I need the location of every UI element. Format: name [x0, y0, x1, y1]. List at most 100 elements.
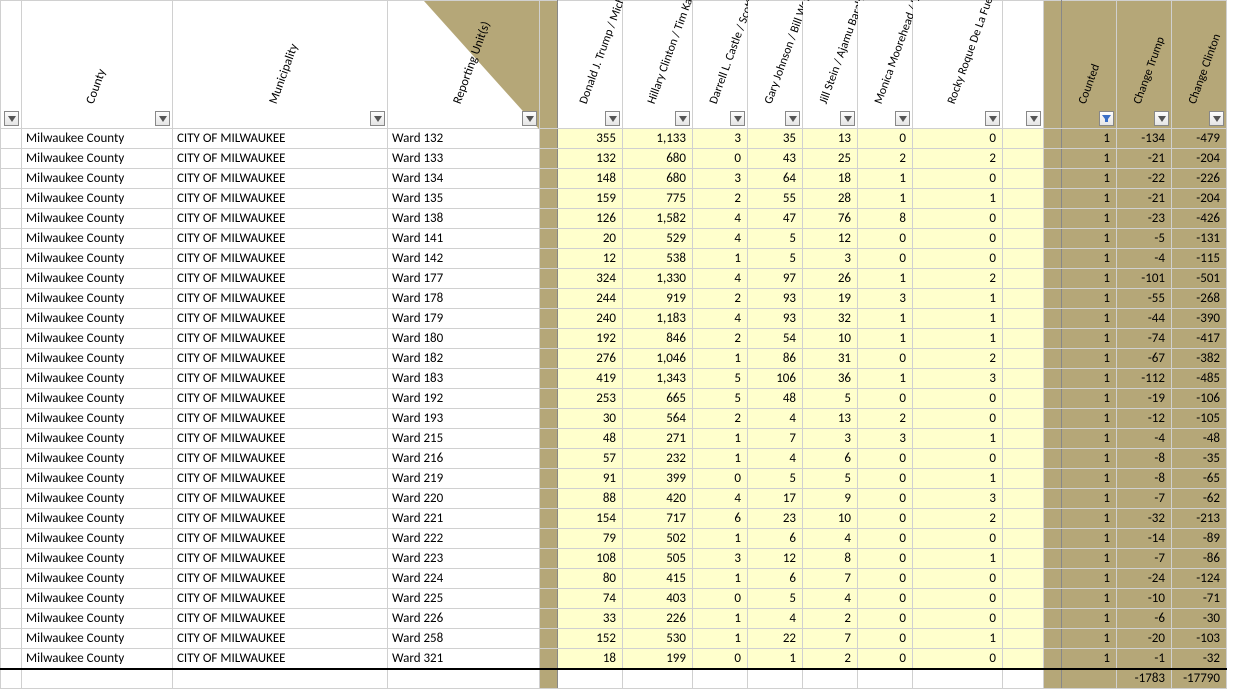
cell-county[interactable]: Milwaukee County — [22, 389, 173, 409]
cell-blank[interactable] — [1, 189, 22, 209]
cell-blank2[interactable] — [1003, 329, 1044, 349]
cell-summary-2[interactable]: -103 — [1172, 629, 1227, 649]
cell-candidate-1[interactable]: 680 — [623, 169, 693, 189]
cell-blank[interactable] — [1, 289, 22, 309]
cell-candidate-3[interactable]: 5 — [748, 589, 803, 609]
cell-candidate-2[interactable]: 3 — [693, 129, 748, 149]
cell-candidate-6[interactable]: 2 — [913, 349, 1003, 369]
cell-candidate-4[interactable]: 7 — [803, 629, 858, 649]
cell-candidate-0[interactable]: 192 — [558, 329, 623, 349]
cell-summary-1[interactable]: -8 — [1117, 449, 1172, 469]
table-row[interactable]: Milwaukee CountyCITY OF MILWAUKEEWard 14… — [1, 229, 1227, 249]
cell-candidate-1[interactable]: 420 — [623, 489, 693, 509]
cell-candidate-4[interactable]: 4 — [803, 529, 858, 549]
cell-candidate-2[interactable]: 1 — [693, 629, 748, 649]
cell-county[interactable]: Milwaukee County — [22, 369, 173, 389]
cell-candidate-6[interactable]: 1 — [913, 289, 1003, 309]
cell-summary-1[interactable]: -55 — [1117, 289, 1172, 309]
cell-summary-1[interactable]: -1 — [1117, 649, 1172, 669]
cell-candidate-6[interactable]: 0 — [913, 409, 1003, 429]
cell-summary-2[interactable]: -213 — [1172, 509, 1227, 529]
cell-summary-1[interactable]: -7 — [1117, 489, 1172, 509]
cell-summary-2[interactable]: -105 — [1172, 409, 1227, 429]
cell-candidate-5[interactable]: 0 — [858, 529, 913, 549]
cell-blank[interactable] — [1, 209, 22, 229]
cell-reporting-unit[interactable]: Ward 221 — [388, 509, 540, 529]
cell-summary-2[interactable]: -48 — [1172, 429, 1227, 449]
table-row[interactable]: Milwaukee CountyCITY OF MILWAUKEEWard 14… — [1, 249, 1227, 269]
table-row[interactable]: Milwaukee CountyCITY OF MILWAUKEEWard 22… — [1, 529, 1227, 549]
cell-reporting-unit[interactable]: Ward 225 — [388, 589, 540, 609]
cell-blank[interactable] — [1, 129, 22, 149]
cell-candidate-6[interactable]: 1 — [913, 429, 1003, 449]
cell-candidate-4[interactable]: 76 — [803, 209, 858, 229]
cell-summary-2[interactable]: -479 — [1172, 129, 1227, 149]
cell-candidate-6[interactable]: 1 — [913, 549, 1003, 569]
cell-county[interactable]: Milwaukee County — [22, 409, 173, 429]
cell-candidate-0[interactable]: 355 — [558, 129, 623, 149]
cell-candidate-5[interactable]: 0 — [858, 609, 913, 629]
cell-candidate-3[interactable]: 4 — [748, 609, 803, 629]
table-row[interactable]: Milwaukee CountyCITY OF MILWAUKEEWard 22… — [1, 489, 1227, 509]
table-row[interactable]: Milwaukee CountyCITY OF MILWAUKEEWard 19… — [1, 389, 1227, 409]
cell-summary-2[interactable]: -226 — [1172, 169, 1227, 189]
cell-municipality[interactable]: CITY OF MILWAUKEE — [173, 509, 388, 529]
cell-reporting-unit[interactable]: Ward 177 — [388, 269, 540, 289]
cell-summary-0[interactable]: 1 — [1062, 649, 1117, 669]
cell-blank2[interactable] — [1003, 369, 1044, 389]
table-row[interactable]: Milwaukee CountyCITY OF MILWAUKEEWard 17… — [1, 289, 1227, 309]
cell-candidate-1[interactable]: 919 — [623, 289, 693, 309]
cell-reporting-unit[interactable]: Ward 135 — [388, 189, 540, 209]
cell-candidate-4[interactable]: 32 — [803, 309, 858, 329]
table-row[interactable]: Milwaukee CountyCITY OF MILWAUKEEWard 19… — [1, 409, 1227, 429]
cell-candidate-4[interactable]: 12 — [803, 229, 858, 249]
table-row[interactable]: Milwaukee CountyCITY OF MILWAUKEEWard 21… — [1, 469, 1227, 489]
cell-candidate-3[interactable]: 43 — [748, 149, 803, 169]
cell-blank2[interactable] — [1003, 469, 1044, 489]
cell-summary-2[interactable]: -268 — [1172, 289, 1227, 309]
cell-blank[interactable] — [1, 409, 22, 429]
table-row[interactable]: Milwaukee CountyCITY OF MILWAUKEEWard 13… — [1, 189, 1227, 209]
cell-candidate-0[interactable]: 18 — [558, 649, 623, 669]
cell-reporting-unit[interactable]: Ward 142 — [388, 249, 540, 269]
cell-blank[interactable] — [1, 429, 22, 449]
table-row[interactable]: Milwaukee CountyCITY OF MILWAUKEEWard 22… — [1, 509, 1227, 529]
table-row[interactable]: Milwaukee CountyCITY OF MILWAUKEEWard 17… — [1, 309, 1227, 329]
cell-blank2[interactable] — [1003, 409, 1044, 429]
cell-blank2[interactable] — [1003, 249, 1044, 269]
cell-candidate-0[interactable]: 132 — [558, 149, 623, 169]
cell-blank[interactable] — [1, 509, 22, 529]
cell-candidate-0[interactable]: 12 — [558, 249, 623, 269]
cell-summary-1[interactable]: -7 — [1117, 549, 1172, 569]
cell-blank2[interactable] — [1003, 629, 1044, 649]
cell-reporting-unit[interactable]: Ward 138 — [388, 209, 540, 229]
cell-candidate-5[interactable]: 0 — [858, 229, 913, 249]
cell-municipality[interactable]: CITY OF MILWAUKEE — [173, 549, 388, 569]
cell-summary-2[interactable]: -32 — [1172, 649, 1227, 669]
cell-municipality[interactable]: CITY OF MILWAUKEE — [173, 229, 388, 249]
filter-icon[interactable] — [4, 111, 19, 126]
cell-summary-2[interactable]: -204 — [1172, 149, 1227, 169]
cell-reporting-unit[interactable]: Ward 133 — [388, 149, 540, 169]
cell-candidate-3[interactable]: 106 — [748, 369, 803, 389]
cell-candidate-1[interactable]: 1,183 — [623, 309, 693, 329]
cell-candidate-5[interactable]: 1 — [858, 369, 913, 389]
cell-candidate-2[interactable]: 3 — [693, 169, 748, 189]
cell-blank[interactable] — [1, 149, 22, 169]
cell-reporting-unit[interactable]: Ward 193 — [388, 409, 540, 429]
filter-icon[interactable] — [785, 111, 800, 126]
cell-candidate-0[interactable]: 20 — [558, 229, 623, 249]
cell-blank2[interactable] — [1003, 489, 1044, 509]
cell-municipality[interactable]: CITY OF MILWAUKEE — [173, 269, 388, 289]
cell-candidate-3[interactable]: 1 — [748, 649, 803, 669]
cell-candidate-1[interactable]: 271 — [623, 429, 693, 449]
cell-candidate-2[interactable]: 2 — [693, 289, 748, 309]
cell-municipality[interactable]: CITY OF MILWAUKEE — [173, 489, 388, 509]
cell-candidate-3[interactable]: 5 — [748, 469, 803, 489]
cell-blank[interactable] — [1, 369, 22, 389]
cell-summary-2[interactable]: -382 — [1172, 349, 1227, 369]
cell-municipality[interactable]: CITY OF MILWAUKEE — [173, 369, 388, 389]
cell-municipality[interactable]: CITY OF MILWAUKEE — [173, 629, 388, 649]
cell-candidate-0[interactable]: 48 — [558, 429, 623, 449]
cell-candidate-6[interactable]: 1 — [913, 309, 1003, 329]
